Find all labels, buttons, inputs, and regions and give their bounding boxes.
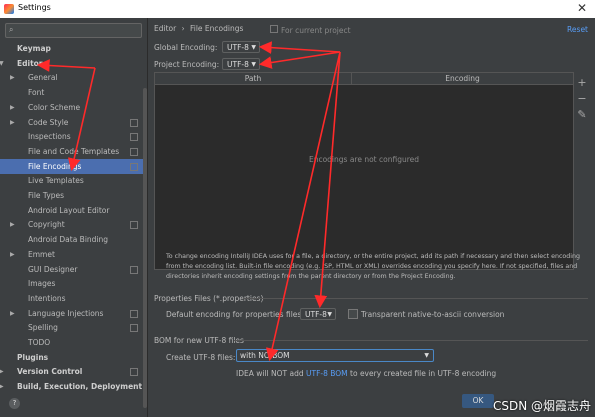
annotation-arrow <box>36 59 96 72</box>
annotation-arrow <box>67 67 96 172</box>
annotation-arrow <box>258 41 341 55</box>
watermark: CSDN @烟霞志舟 <box>492 399 591 413</box>
annotation-arrow <box>314 51 341 309</box>
annotation-arrow <box>258 51 341 69</box>
annotation-arrows <box>36 41 341 362</box>
annotation-arrow <box>265 51 341 362</box>
